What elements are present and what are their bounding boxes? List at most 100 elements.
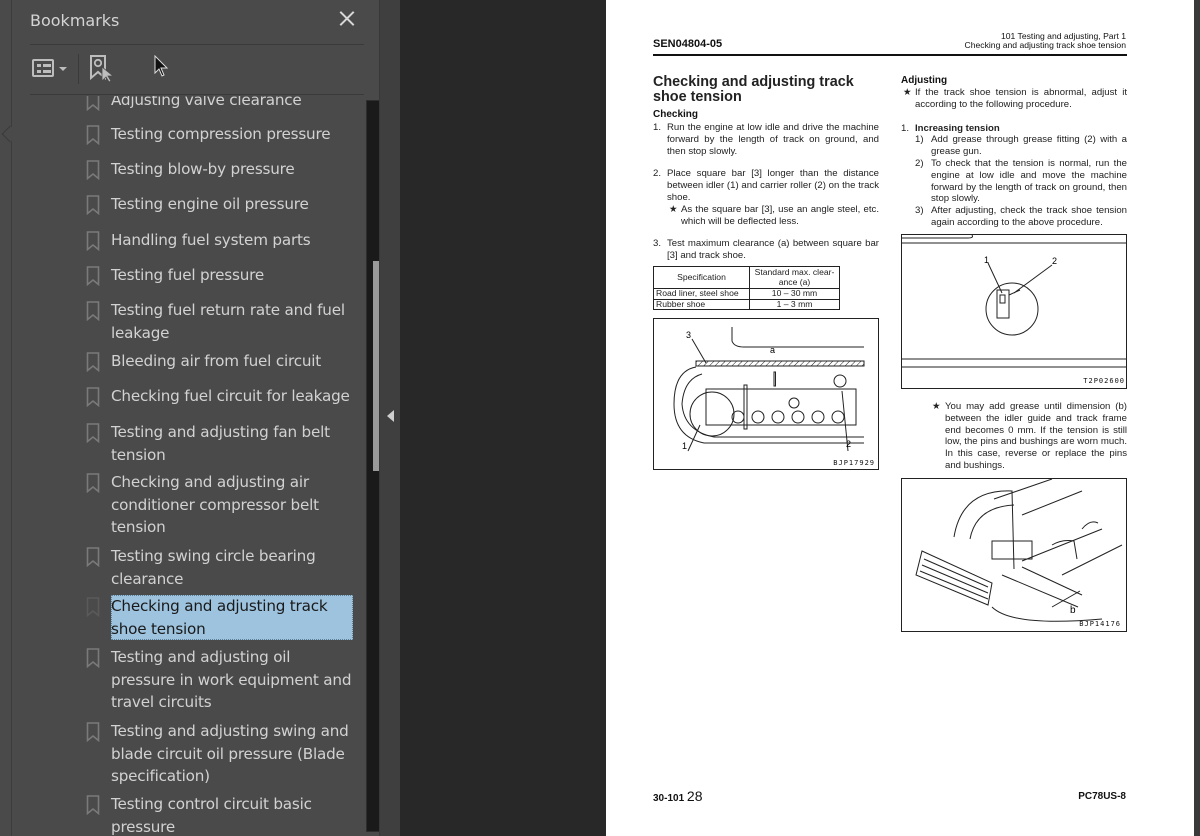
figure-idler-dimension: b BJP14176 (901, 478, 1127, 632)
divider (30, 94, 364, 95)
bookmark-label: Testing engine oil pressure (111, 195, 309, 213)
table-header: Standard max. clear-ance (a) (749, 266, 840, 289)
header-line-2: Checking and adjusting track shoe tensio… (964, 40, 1126, 50)
bookmark-item[interactable]: Testing swing circle bearing clearance (12, 545, 354, 594)
step-text: Place square bar [3] longer than the dis… (667, 168, 879, 203)
bookmark-icon (86, 387, 100, 407)
chevron-down-icon (59, 67, 67, 71)
step-1: 1. Run the engine at low idle and drive … (653, 122, 879, 157)
step-text: Add grease through grease fitting (2) wi… (931, 134, 1127, 158)
bookmark-options-button[interactable] (30, 56, 70, 82)
bookmark-icon (86, 648, 100, 668)
figure-label: 1 (682, 441, 687, 451)
bookmark-item[interactable]: Checking and adjusting air conditioner c… (12, 471, 354, 543)
document-viewer: SEN04804-05 101 Testing and adjusting, P… (400, 0, 1200, 836)
bookmark-label: Testing compression pressure (111, 125, 331, 143)
figure-grease-fitting: 1 2 T2P02600 (901, 234, 1127, 389)
bookmark-item[interactable]: Testing fuel return rate and fuel leakag… (12, 299, 354, 348)
bookmark-item[interactable]: Testing blow-by pressure (12, 158, 354, 185)
star-icon: ★ (669, 203, 678, 215)
idler-guide-illustration: b (915, 478, 1123, 622)
increasing-tension-heading: 1. Increasing tension (901, 123, 1127, 135)
bookmark-label: Adjusting valve clearance (111, 96, 302, 109)
bookmark-label: Testing and adjusting swing and blade ci… (111, 722, 349, 786)
list-options-icon (32, 59, 54, 77)
bookmark-item[interactable]: Checking fuel circuit for leakage (12, 385, 354, 412)
step-text: Run the engine at low idle and drive the… (667, 122, 879, 157)
panel-title: Bookmarks (30, 11, 120, 30)
figure-label: 2 (846, 439, 851, 449)
adjusting-section: ★ If the track shoe tension is abnormal,… (901, 87, 1127, 229)
bookmark-item[interactable]: Testing engine oil pressure (12, 193, 354, 220)
bookmark-label: Checking and adjusting air conditioner c… (111, 473, 319, 537)
bookmark-list: Adjusting valve clearance Testing compres… (12, 96, 354, 836)
bookmark-icon (86, 795, 100, 815)
step-text: To check that the tension is normal, run… (931, 157, 1127, 205)
bookmark-label: Testing control circuit basic pressure (111, 795, 312, 836)
divider (30, 44, 364, 45)
star-icon: ★ (903, 87, 912, 98)
bookmark-icon (86, 473, 100, 493)
bookmark-label: Bleeding air from fuel circuit (111, 352, 322, 370)
spec-table: Specification Standard max. clear-ance (… (653, 266, 840, 311)
bookmarks-panel: Bookmarks Adjusting valve clearance Testi… (12, 0, 385, 836)
table-row: Rubber shoe 1 – 3 mm (653, 298, 840, 311)
figure-label: 3 (686, 330, 691, 340)
bookmark-icon (86, 352, 100, 372)
bookmark-item[interactable]: Adjusting valve clearance (12, 96, 354, 116)
grease-fitting-illustration: 1 2 (902, 234, 1126, 368)
bookmark-icon (86, 301, 100, 321)
close-icon[interactable] (336, 8, 358, 30)
find-current-bookmark-button[interactable] (88, 54, 116, 84)
bookmark-icon (86, 160, 100, 180)
bookmark-icon (86, 547, 100, 567)
chevron-left-icon (387, 410, 394, 422)
grease-note: ★ You may add grease until dimension (b)… (931, 401, 1127, 472)
bookmark-icon (86, 125, 100, 145)
doc-number: SEN04804-05 (653, 38, 723, 50)
adjust-step: 3) After adjusting, check the track shoe… (901, 205, 1127, 229)
page-footer-number: 30-101 28 (653, 788, 703, 804)
bookmark-icon (86, 195, 100, 215)
bookmark-label: Handling fuel system parts (111, 231, 311, 249)
step-2: 2. Place square bar [3] longer than the … (653, 168, 879, 203)
bookmark-icon (86, 597, 100, 617)
bookmark-item[interactable]: Testing compression pressure (12, 123, 354, 150)
figure-label: 2 (1052, 256, 1057, 266)
footer-section: 30-101 (653, 793, 685, 804)
bookmark-item[interactable]: Testing and adjusting oil pressure in wo… (12, 646, 354, 718)
bookmark-item[interactable]: Checking and adjusting track shoe tensio… (12, 595, 354, 644)
footer-page: 28 (686, 788, 703, 804)
bookmark-label: Checking fuel circuit for leakage (111, 387, 350, 405)
step-number: 2) (915, 157, 924, 169)
bookmark-icon (86, 96, 100, 111)
bookmark-icon (86, 231, 100, 251)
figure-label: 1 (984, 255, 989, 265)
pdf-page: SEN04804-05 101 Testing and adjusting, P… (606, 0, 1194, 836)
running-header: 101 Testing and adjusting, Part 1 Checki… (965, 32, 1126, 50)
bookmark-label: Testing and adjusting fan belt tension (111, 423, 330, 464)
bookmark-item[interactable]: Testing fuel pressure (12, 264, 354, 291)
table-row: Road liner, steel shoe 10 – 30 mm (653, 288, 840, 300)
bookmark-item[interactable]: Testing and adjusting fan belt tension (12, 421, 354, 470)
bookmark-item[interactable]: Testing control circuit basic pressure (12, 793, 354, 836)
collapse-panel-button[interactable] (379, 0, 400, 836)
bookmark-item[interactable]: Bleeding air from fuel circuit (12, 350, 354, 377)
step-number: 2. (653, 168, 662, 180)
bookmark-label: Testing swing circle bearing clearance (111, 547, 316, 588)
table-cell: 10 – 30 mm (749, 288, 840, 300)
bookmark-icon (86, 266, 100, 286)
note-text: You may add grease until dimension (b) b… (945, 401, 1127, 471)
table-cell: Rubber shoe (653, 298, 750, 311)
bookmark-item[interactable]: Testing and adjusting swing and blade ci… (12, 720, 354, 792)
bookmark-label: Checking and adjusting track shoe tensio… (111, 595, 353, 641)
figure-code: BJP17929 (833, 459, 875, 467)
figure-code: T2P02600 (1083, 377, 1125, 385)
footer-model: PC78US-8 (1078, 791, 1126, 802)
subheading-text: Increasing tension (915, 122, 1000, 134)
note-text: If the track shoe tension is abnormal, a… (915, 87, 1127, 110)
bookmark-item[interactable]: Handling fuel system parts (12, 229, 354, 256)
checking-heading: Checking (653, 109, 699, 120)
table-cell: Road liner, steel shoe (653, 288, 750, 300)
step-number: 1. (653, 122, 662, 133)
